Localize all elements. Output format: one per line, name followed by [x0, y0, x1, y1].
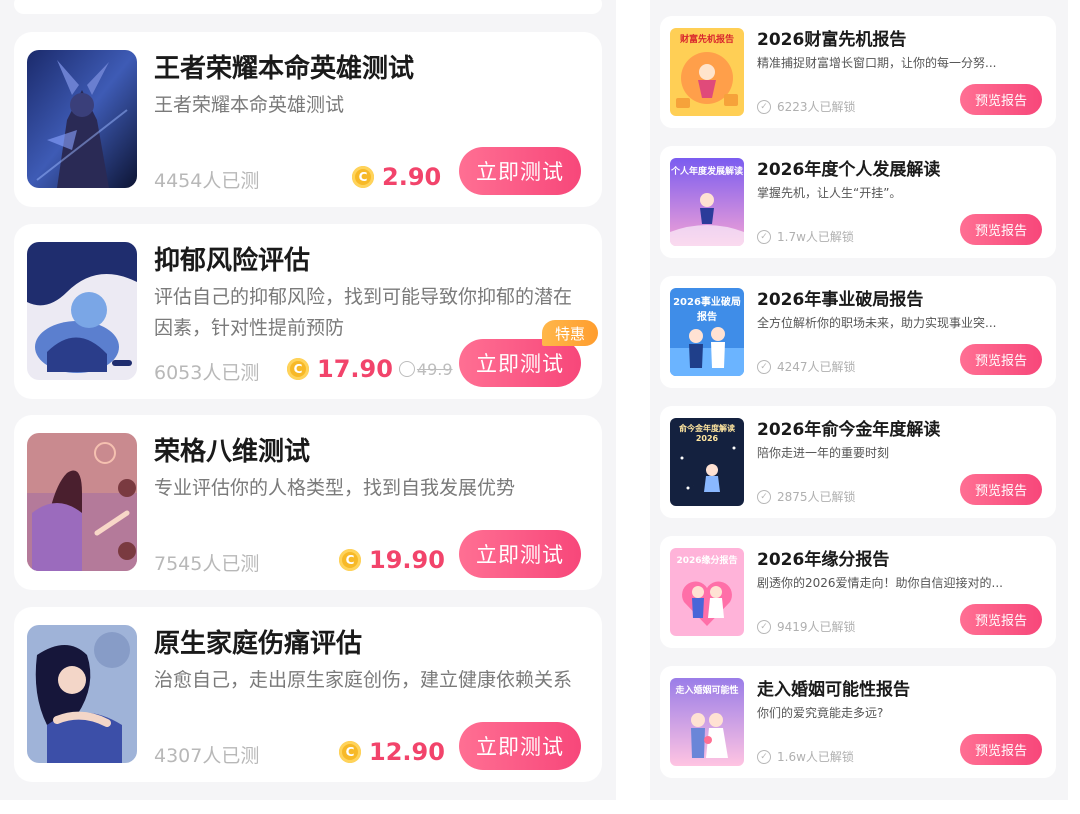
check-circle-icon: ✓: [757, 749, 771, 764]
report-description: 掌握先机，让人生“开挂”。: [757, 186, 902, 200]
start-test-button[interactable]: 立即测试: [459, 530, 581, 578]
previous-card-edge: [14, 0, 602, 14]
thumb-caption: 走入婚姻可能性: [675, 686, 739, 696]
report-list-panel: 财富先机报告 2026财富先机报告 精准捕捉财富增长窗口期，让你的每一分努...…: [650, 0, 1068, 800]
price: C 19.90: [339, 543, 445, 577]
test-count: 6053人已测: [154, 362, 260, 384]
test-description: 专业评估你的人格类型，找到自我发展优势: [154, 477, 516, 499]
hero-thumbnail: [27, 50, 137, 188]
fate-thumbnail: 2026缘分报告: [670, 548, 744, 636]
preview-report-button[interactable]: 预览报告: [960, 604, 1042, 635]
thumb-caption: 财富先机报告: [679, 35, 734, 45]
unlock-count: ✓ 1.6w人已解锁: [757, 748, 854, 765]
price-value: 17.90: [317, 355, 393, 383]
report-card-fate[interactable]: 2026缘分报告 2026年缘分报告 剧透你的2026爱情走向！助你自信迎接对的…: [660, 536, 1056, 648]
price-value: 19.90: [369, 546, 445, 574]
report-card-wealth[interactable]: 财富先机报告 2026财富先机报告 精准捕捉财富增长窗口期，让你的每一分努...…: [660, 16, 1056, 128]
unlock-count-text: 4247人已解锁: [777, 360, 856, 374]
thumb-caption: 个人年度发展解读: [670, 167, 743, 177]
yujinjin-thumbnail: 俞今金年度解读2026: [670, 418, 744, 506]
test-card-hero[interactable]: 王者荣耀本命英雄测试 王者荣耀本命英雄测试 4454人已测 C 2.90 立即测…: [14, 32, 602, 207]
report-title: 2026年事业破局报告: [757, 290, 924, 310]
unlock-count: ✓ 1.7w人已解锁: [757, 228, 854, 245]
test-description: 王者荣耀本命英雄测试: [154, 94, 345, 116]
preview-report-button[interactable]: 预览报告: [960, 84, 1042, 115]
career-thumbnail: 2026事业破局报告: [670, 288, 744, 376]
coin-outline-icon: [398, 361, 415, 377]
check-circle-icon: ✓: [757, 619, 771, 634]
report-title: 2026财富先机报告: [757, 30, 907, 50]
report-card-yujinjin[interactable]: 俞今金年度解读2026 2026年俞今金年度解读 陪你走进一年的重要时刻 ✓ 28…: [660, 406, 1056, 518]
check-circle-icon: ✓: [757, 229, 771, 244]
discount-badge: 特惠: [542, 320, 598, 346]
unlock-count: ✓ 2875人已解锁: [757, 488, 856, 505]
report-description: 陪你走进一年的重要时刻: [757, 446, 890, 460]
price-value: 12.90: [369, 738, 445, 766]
personal-thumbnail: 个人年度发展解读: [670, 158, 744, 246]
wealth-thumbnail: 财富先机报告: [670, 28, 744, 116]
unlock-count-text: 9419人已解锁: [777, 620, 856, 634]
start-test-button[interactable]: 立即测试: [459, 722, 581, 770]
unlock-count: ✓ 4247人已解锁: [757, 358, 856, 375]
preview-report-button[interactable]: 预览报告: [960, 214, 1042, 245]
test-card-depression[interactable]: 抑郁风险评估 评估自己的抑郁风险，找到可能导致你抑郁的潜在因素，针对性提前预防 …: [14, 224, 602, 399]
report-card-marriage[interactable]: 走入婚姻可能性 走入婚姻可能性报告 你们的爱究竟能走多远? ✓ 1.6w人已解锁 …: [660, 666, 1056, 778]
price: C 17.90 49.9: [287, 352, 453, 386]
report-description: 剧透你的2026爱情走向！助你自信迎接对的...: [757, 576, 1003, 590]
jung-thumbnail: [27, 433, 137, 571]
unlock-count: ✓ 9419人已解锁: [757, 618, 856, 635]
unlock-count: ✓ 6223人已解锁: [757, 98, 856, 115]
thumb-caption: 2026事业破局报告: [673, 297, 741, 323]
test-count: 4307人已测: [154, 745, 260, 767]
depression-thumbnail: [27, 242, 137, 380]
original-price-value: 49.9: [416, 359, 453, 379]
test-description: 治愈自己，走出原生家庭创伤，建立健康依赖关系: [154, 669, 573, 691]
check-circle-icon: ✓: [757, 99, 771, 114]
test-count: 7545人已测: [154, 553, 260, 575]
test-count: 4454人已测: [154, 170, 260, 192]
unlock-count-text: 1.6w人已解锁: [777, 750, 854, 764]
check-circle-icon: ✓: [757, 359, 771, 374]
test-description: 评估自己的抑郁风险，找到可能导致你抑郁的潜在因素，针对性提前预防: [154, 286, 573, 339]
thumb-caption: 俞今金年度解读2026: [679, 424, 735, 443]
report-description: 全方位解析你的职场未来，助力实现事业突...: [757, 316, 997, 330]
test-title: 王者荣耀本命英雄测试: [154, 54, 415, 84]
thumb-caption: 2026缘分报告: [676, 556, 738, 566]
report-card-career[interactable]: 2026事业破局报告 2026年事业破局报告 全方位解析你的职场未来，助力实现事…: [660, 276, 1056, 388]
preview-report-button[interactable]: 预览报告: [960, 344, 1042, 375]
report-title: 走入婚姻可能性报告: [757, 680, 910, 700]
report-title: 2026年俞今金年度解读: [757, 420, 941, 440]
price: C 12.90: [339, 735, 445, 769]
unlock-count-text: 2875人已解锁: [777, 490, 856, 504]
test-card-jung[interactable]: 荣格八维测试 专业评估你的人格类型，找到自我发展优势 7545人已测 C 19.…: [14, 415, 602, 590]
marriage-thumbnail: 走入婚姻可能性: [670, 678, 744, 766]
report-card-personal[interactable]: 个人年度发展解读 2026年度个人发展解读 掌握先机，让人生“开挂”。 ✓ 1.7…: [660, 146, 1056, 258]
test-title: 抑郁风险评估: [154, 246, 311, 276]
family-thumbnail: [27, 625, 137, 763]
original-price: 49.9: [398, 359, 453, 379]
check-circle-icon: ✓: [757, 489, 771, 504]
coin-icon: C: [352, 166, 374, 188]
report-title: 2026年缘分报告: [757, 550, 890, 570]
coin-icon: C: [339, 741, 361, 763]
unlock-count-text: 6223人已解锁: [777, 100, 856, 114]
start-test-button[interactable]: 立即测试: [459, 339, 581, 387]
unlock-count-text: 1.7w人已解锁: [777, 230, 854, 244]
start-test-button[interactable]: 立即测试: [459, 147, 581, 195]
test-list-panel: 王者荣耀本命英雄测试 王者荣耀本命英雄测试 4454人已测 C 2.90 立即测…: [0, 0, 616, 800]
report-description: 你们的爱究竟能走多远?: [757, 706, 884, 720]
test-title: 荣格八维测试: [154, 437, 311, 467]
test-title: 原生家庭伤痛评估: [154, 629, 363, 659]
test-card-family[interactable]: 原生家庭伤痛评估 治愈自己，走出原生家庭创伤，建立健康依赖关系 4307人已测 …: [14, 607, 602, 782]
coin-icon: C: [287, 358, 309, 380]
coin-icon: C: [339, 549, 361, 571]
report-description: 精准捕捉财富增长窗口期，让你的每一分努...: [757, 56, 997, 70]
preview-report-button[interactable]: 预览报告: [960, 474, 1042, 505]
preview-report-button[interactable]: 预览报告: [960, 734, 1042, 765]
price-value: 2.90: [382, 163, 442, 191]
price: C 2.90: [352, 160, 441, 194]
report-title: 2026年度个人发展解读: [757, 160, 941, 180]
